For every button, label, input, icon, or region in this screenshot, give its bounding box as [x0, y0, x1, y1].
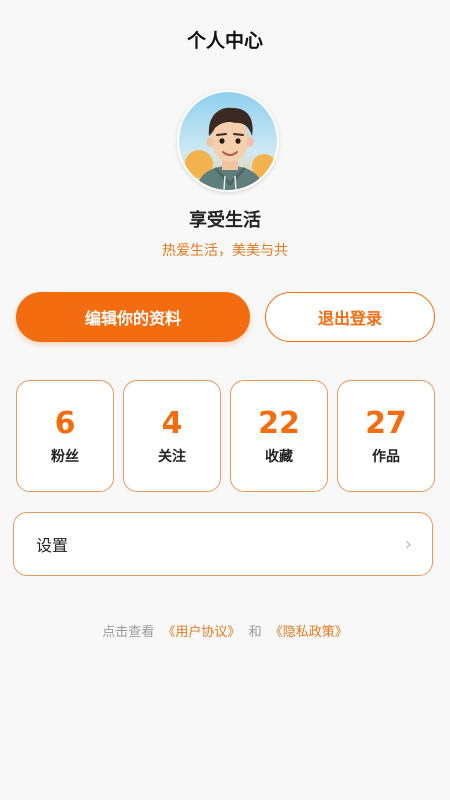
settings-row[interactable]: 设置 ›	[13, 512, 433, 576]
stat-value: 27	[365, 406, 407, 441]
stat-label: 收藏	[265, 449, 293, 465]
stat-card-works[interactable]: 27 作品	[337, 380, 435, 492]
page-title: 个人中心	[186, 30, 263, 52]
stat-label: 关注	[158, 449, 186, 465]
logout-button[interactable]: 退出登录	[265, 292, 435, 342]
avatar-illustration	[179, 92, 277, 190]
privacy-policy-link[interactable]: 《隐私政策》	[270, 625, 348, 640]
stat-card-followers[interactable]: 6 粉丝	[16, 380, 114, 492]
stats-row: 6 粉丝 4 关注 22 收藏 27 作品	[16, 380, 435, 492]
user-bio: 热爱生活，美美与共	[162, 243, 288, 259]
edit-profile-button[interactable]: 编辑你的资料	[16, 292, 250, 342]
stat-card-favorites[interactable]: 22 收藏	[230, 380, 328, 492]
agreement-conjunction: 和	[248, 625, 262, 640]
stat-value: 4	[161, 406, 183, 441]
stat-label: 作品	[372, 449, 400, 465]
stat-value: 6	[54, 406, 76, 441]
stat-value: 22	[258, 406, 300, 441]
agreement-prefix: 点击查看	[102, 625, 155, 640]
user-agreement-link[interactable]: 《用户协议》	[162, 625, 240, 640]
stat-label: 粉丝	[51, 449, 79, 465]
chevron-right-icon: ›	[404, 533, 412, 555]
settings-label: 设置	[36, 536, 69, 555]
agreement-notice: 点击查看 《用户协议》 和 《隐私政策》	[0, 621, 450, 640]
profile-page: 个人中心 享受生活 热爱生活，美美与共 编辑你的资料 退出登录 6 粉丝 4 关…	[0, 0, 450, 800]
stat-card-following[interactable]: 4 关注	[123, 380, 221, 492]
avatar[interactable]	[177, 90, 279, 192]
username: 享受生活	[189, 210, 261, 231]
